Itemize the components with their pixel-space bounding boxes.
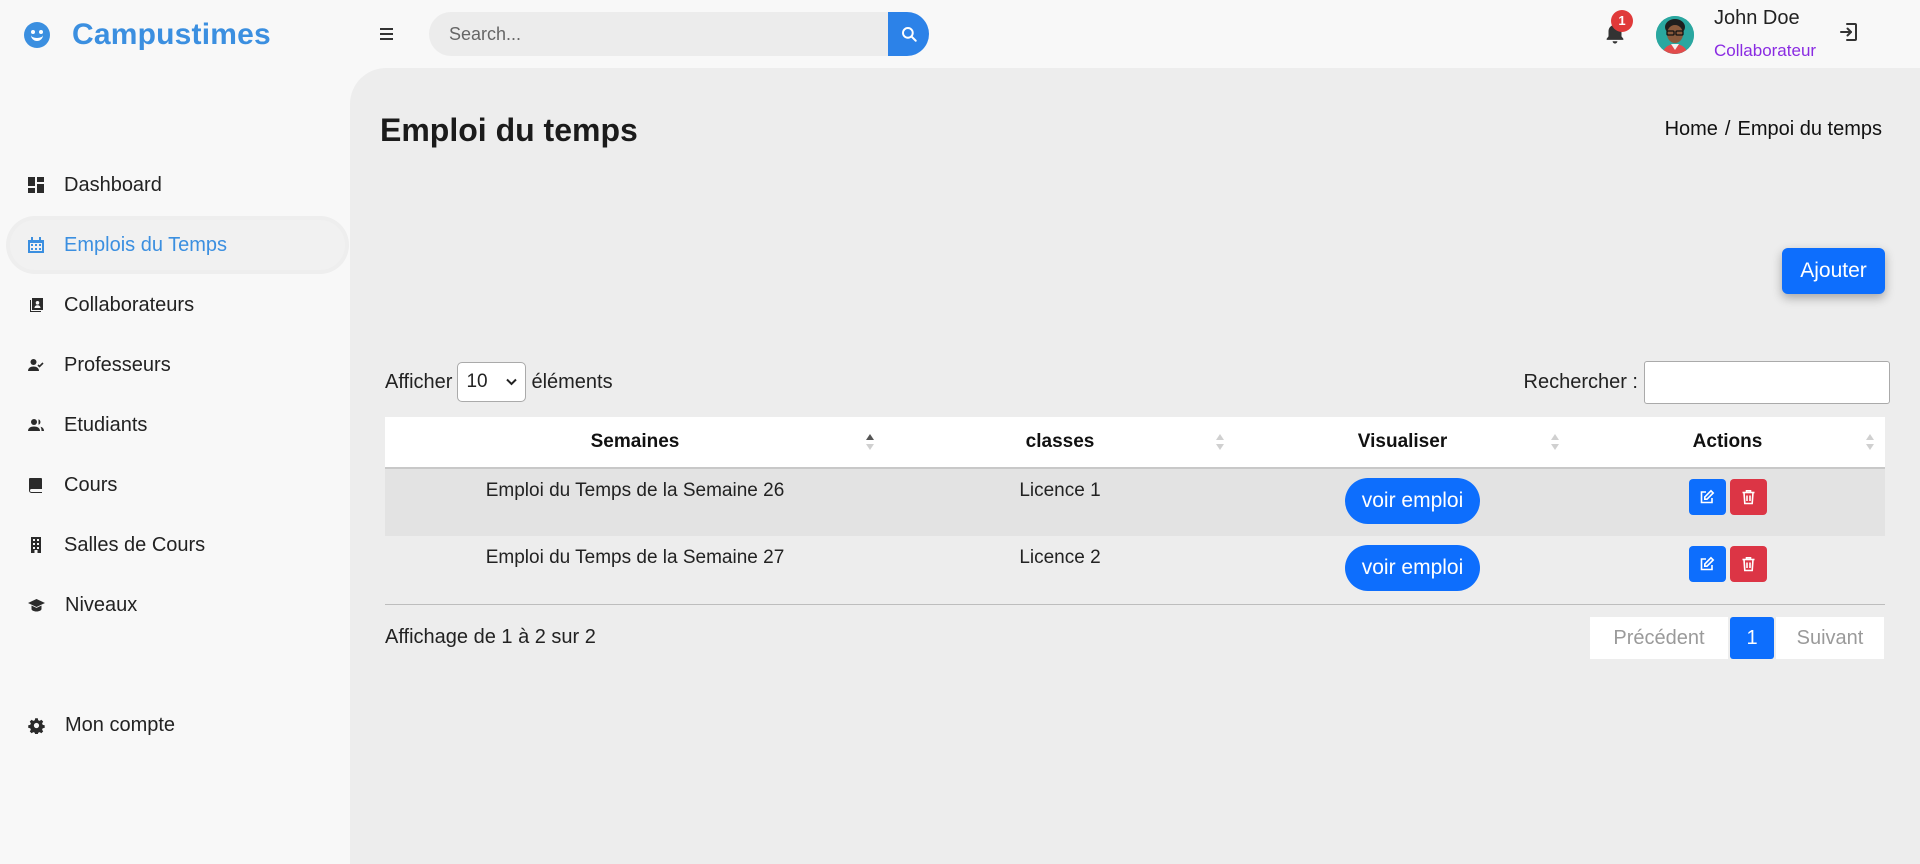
sidebar: Dashboard Emplois du Temps Collaborateur… bbox=[0, 70, 350, 864]
column-header-classes[interactable]: classes bbox=[885, 417, 1235, 469]
calendar-icon bbox=[28, 237, 44, 253]
sidebar-item-label: Collaborateurs bbox=[64, 293, 195, 316]
users-icon bbox=[28, 419, 44, 431]
page-length-suffix: éléments bbox=[531, 370, 613, 393]
dashboard-icon bbox=[28, 177, 44, 193]
pagination: Précédent 1 Suivant bbox=[1590, 617, 1884, 659]
page-title: Emploi du temps bbox=[380, 112, 638, 148]
search-button[interactable] bbox=[888, 12, 929, 56]
page-length-value: 10 bbox=[466, 371, 488, 392]
delete-button[interactable] bbox=[1729, 479, 1767, 515]
sidebar-item-label: Niveaux bbox=[65, 593, 138, 616]
cell-classe: Licence 2 bbox=[885, 536, 1235, 605]
smiley-logo-icon bbox=[24, 22, 50, 48]
app-logo[interactable]: Campustimes bbox=[24, 16, 271, 54]
sort-icon bbox=[1866, 434, 1874, 450]
chevron-down-icon bbox=[506, 378, 518, 386]
notification-count-badge: 1 bbox=[1611, 10, 1633, 32]
trash-icon bbox=[1742, 490, 1754, 505]
sidebar-item-niveaux[interactable]: Niveaux bbox=[10, 580, 345, 630]
cell-semaine: Emploi du Temps de la Semaine 26 bbox=[385, 468, 885, 536]
sidebar-item-emplois-du-temps[interactable]: Emplois du Temps bbox=[10, 220, 345, 270]
sidebar-item-cours[interactable]: Cours bbox=[10, 460, 345, 510]
graduation-cap-icon bbox=[28, 599, 45, 612]
cell-visualiser: voir emploi bbox=[1235, 536, 1570, 605]
table-row: Emploi du Temps de la Semaine 26 Licence… bbox=[385, 468, 1885, 536]
sort-ascending-icon bbox=[866, 434, 874, 450]
edit-button[interactable] bbox=[1688, 479, 1726, 515]
top-bar: Campustimes 1 John Doe Collaborateur bbox=[0, 0, 1920, 70]
schedule-table: Semaines classes Visualiser Actions Empl… bbox=[385, 417, 1885, 605]
sidebar-item-label: Professeurs bbox=[64, 353, 171, 376]
sort-icon bbox=[1216, 434, 1224, 450]
breadcrumb: Home / Empoi du temps bbox=[1665, 118, 1882, 141]
sidebar-item-label: Salles de Cours bbox=[64, 533, 206, 556]
sidebar-item-professeurs[interactable]: Professeurs bbox=[10, 340, 345, 390]
main-content: Emploi du temps Home / Empoi du temps Aj… bbox=[350, 68, 1920, 864]
column-header-semaines[interactable]: Semaines bbox=[385, 417, 885, 469]
sidebar-item-label: Cours bbox=[64, 473, 118, 496]
sidebar-item-dashboard[interactable]: Dashboard bbox=[10, 160, 345, 210]
page-length-select[interactable]: 10 bbox=[457, 362, 527, 402]
user-name: John Doe bbox=[1714, 7, 1800, 29]
pagination-page-button[interactable]: 1 bbox=[1730, 617, 1774, 659]
column-header-visualiser[interactable]: Visualiser bbox=[1235, 417, 1570, 469]
user-check-icon bbox=[28, 359, 44, 371]
contacts-icon bbox=[30, 298, 43, 312]
menu-toggle-button[interactable] bbox=[380, 24, 400, 44]
trash-icon bbox=[1742, 557, 1754, 572]
sidebar-item-label: Emplois du Temps bbox=[64, 233, 228, 256]
breadcrumb-separator: / bbox=[1724, 118, 1731, 140]
pagination-next-button[interactable]: Suivant bbox=[1776, 617, 1884, 659]
cell-classe: Licence 1 bbox=[885, 468, 1235, 536]
edit-button[interactable] bbox=[1688, 546, 1726, 582]
sidebar-item-collaborateurs[interactable]: Collaborateurs bbox=[10, 280, 345, 330]
cell-actions bbox=[1570, 468, 1885, 536]
table-filter-label: Rechercher : bbox=[1523, 371, 1639, 393]
cell-semaine: Emploi du Temps de la Semaine 27 bbox=[385, 536, 885, 605]
building-icon bbox=[31, 537, 41, 553]
search-icon bbox=[901, 27, 917, 42]
user-role: Collaborateur bbox=[1714, 41, 1817, 60]
delete-button[interactable] bbox=[1729, 546, 1767, 582]
sidebar-item-label: Dashboard bbox=[64, 173, 162, 196]
book-icon bbox=[29, 478, 42, 493]
logout-button[interactable] bbox=[1837, 20, 1863, 46]
edit-icon bbox=[1700, 489, 1715, 504]
view-schedule-button[interactable]: voir emploi bbox=[1344, 545, 1481, 591]
table-row: Emploi du Temps de la Semaine 27 Licence… bbox=[385, 536, 1885, 605]
sidebar-item-etudiants[interactable]: Etudiants bbox=[10, 400, 345, 450]
sidebar-item-salles-de-cours[interactable]: Salles de Cours bbox=[10, 520, 345, 570]
table-filter-input[interactable] bbox=[1644, 361, 1890, 404]
page-length-prefix: Afficher bbox=[385, 370, 453, 393]
breadcrumb-home-link[interactable]: Home bbox=[1665, 118, 1718, 141]
search-input[interactable] bbox=[429, 12, 888, 56]
edit-icon bbox=[1700, 556, 1715, 571]
add-button[interactable]: Ajouter bbox=[1782, 248, 1885, 294]
sort-icon bbox=[1551, 434, 1559, 450]
search-bar bbox=[429, 12, 929, 56]
table-header-row: Semaines classes Visualiser Actions bbox=[385, 417, 1885, 469]
gear-icon bbox=[28, 717, 45, 734]
cell-actions bbox=[1570, 536, 1885, 605]
app-name: Campustimes bbox=[72, 18, 271, 51]
cell-visualiser: voir emploi bbox=[1235, 468, 1570, 536]
logout-icon bbox=[1840, 23, 1857, 41]
avatar[interactable] bbox=[1656, 16, 1694, 54]
view-schedule-button[interactable]: voir emploi bbox=[1344, 478, 1481, 524]
sidebar-item-label: Etudiants bbox=[64, 413, 148, 436]
table-info: Affichage de 1 à 2 sur 2 bbox=[385, 626, 596, 648]
column-header-actions[interactable]: Actions bbox=[1570, 417, 1885, 469]
page-length-control: Afficher 10 éléments bbox=[385, 362, 613, 402]
sidebar-item-label: Mon compte bbox=[65, 713, 176, 736]
pagination-previous-button[interactable]: Précédent bbox=[1590, 617, 1728, 659]
table-filter: Rechercher : bbox=[1523, 361, 1890, 404]
sidebar-item-mon-compte[interactable]: Mon compte bbox=[10, 700, 345, 750]
breadcrumb-current: Empoi du temps bbox=[1737, 118, 1882, 140]
